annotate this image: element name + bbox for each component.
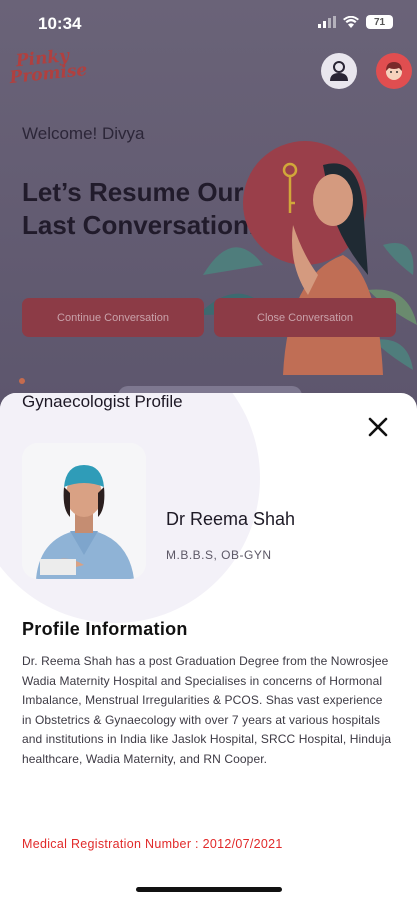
app-logo: Pinky Promise xyxy=(7,46,91,94)
sheet-title: Gynaecologist Profile xyxy=(22,392,183,411)
doctor-name: Dr Reema Shah xyxy=(166,509,296,529)
woman-illustration xyxy=(198,141,417,375)
status-icons: 71 xyxy=(318,15,393,29)
home-indicator[interactable] xyxy=(136,887,282,892)
welcome-text: Welcome! Divya xyxy=(22,124,145,143)
close-conversation-button[interactable]: Close Conversation xyxy=(214,298,396,337)
close-icon xyxy=(368,417,388,436)
signal-icon xyxy=(318,16,336,28)
profile-information-heading: Profile Information xyxy=(22,619,188,639)
profile-button[interactable] xyxy=(321,53,357,89)
doctor-bio: Dr. Reema Shah has a post Graduation Deg… xyxy=(22,654,392,766)
status-time: 10:34 xyxy=(38,14,82,33)
doctor-photo xyxy=(22,443,146,579)
battery-icon: 71 xyxy=(366,15,393,29)
close-sheet-button[interactable] xyxy=(365,415,391,441)
gynaecologist-profile-sheet: Dr Reema Shah M.B.B.S, OB-GYN Profile In… xyxy=(0,393,417,900)
avatar-button[interactable] xyxy=(376,53,412,89)
continue-conversation-button[interactable]: Continue Conversation xyxy=(22,298,204,337)
doctor-qualification: M.B.B.S, OB-GYN xyxy=(166,548,272,562)
doctor-photo-card xyxy=(22,443,146,579)
carousel-dot-active xyxy=(19,378,25,384)
medical-registration-number: Medical Registration Number : 2012/07/20… xyxy=(22,837,283,851)
doctor-user-icon xyxy=(330,61,348,81)
avatar-icon xyxy=(386,62,402,80)
wifi-icon xyxy=(343,16,359,28)
status-bar: 10:34 71 xyxy=(0,0,417,46)
